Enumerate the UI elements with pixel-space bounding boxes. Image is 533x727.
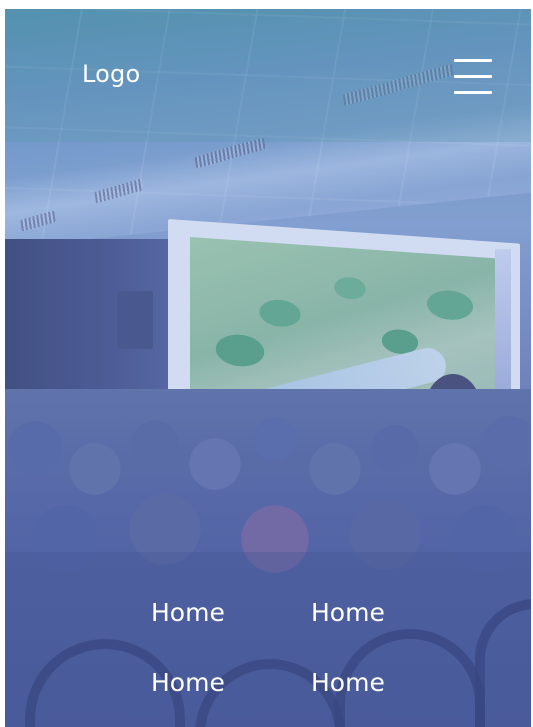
nav-link-home-4[interactable]: Home [311, 668, 385, 697]
header-bar: Logo [5, 9, 531, 142]
page-frame: Logo Home Home Home Home [5, 9, 531, 727]
menu-line [454, 91, 492, 94]
menu-line [454, 75, 492, 78]
nav-link-home-3[interactable]: Home [151, 668, 225, 697]
speaker [117, 291, 153, 349]
logo[interactable]: Logo [82, 60, 140, 88]
hamburger-menu-icon[interactable] [454, 57, 492, 97]
menu-line [454, 59, 492, 62]
nav-link-home-1[interactable]: Home [151, 598, 225, 627]
nav-link-home-2[interactable]: Home [311, 598, 385, 627]
footer-nav: Home Home Home Home [5, 552, 531, 727]
